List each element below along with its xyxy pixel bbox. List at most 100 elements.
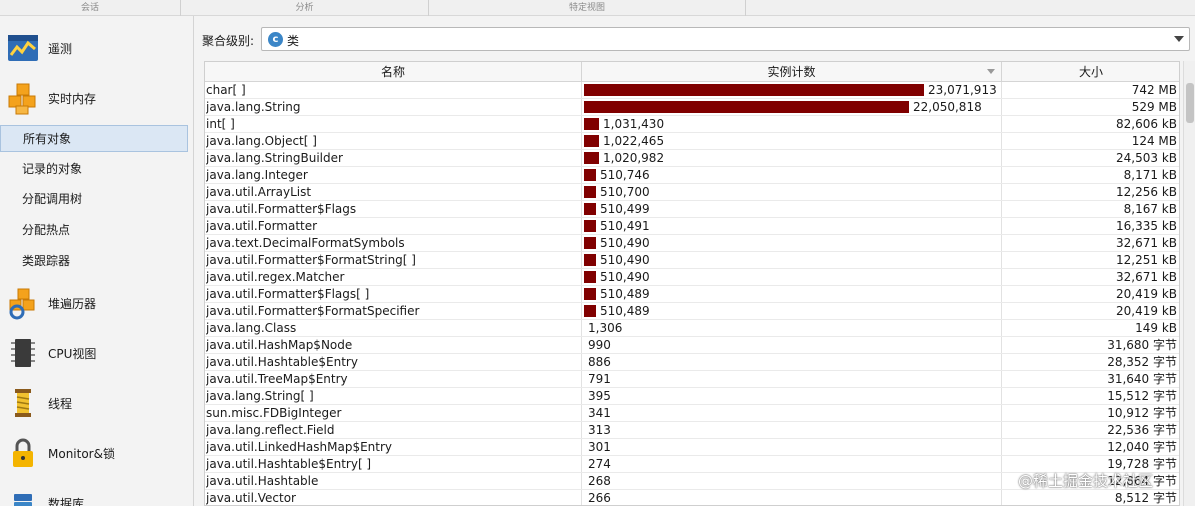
table-row[interactable]: java.lang.String 22,050,818 529 MB — [205, 99, 1179, 116]
instance-count-cell: 510,490 — [582, 252, 1000, 269]
sidebar-item-monitors-locks[interactable]: Monitor&锁 — [0, 429, 194, 477]
class-name-cell: java.util.Hashtable$Entry[ ] — [206, 457, 372, 471]
table-row[interactable]: char[ ] 23,071,913 742 MB — [205, 82, 1179, 99]
instance-count-bar — [584, 84, 924, 96]
sidebar-item-cpu-views[interactable]: CPU视图 — [0, 329, 194, 377]
instance-count-value: 886 — [588, 355, 611, 369]
class-name-cell: java.util.Formatter$FormatSpecifier — [206, 304, 420, 318]
instance-count-cell: 22,050,818 — [582, 99, 1000, 116]
sidebar-item-live-memory[interactable]: 实时内存 — [0, 74, 194, 122]
size-cell: 12,040 字节 — [1107, 440, 1177, 454]
instance-count-bar — [584, 220, 596, 232]
instance-count-value: 510,499 — [600, 202, 650, 216]
instance-count-cell: 313 — [582, 422, 1000, 439]
size-cell: 31,640 字节 — [1107, 372, 1177, 386]
class-name-cell: java.text.DecimalFormatSymbols — [206, 236, 405, 250]
column-header-instance-count[interactable]: 实例计数 — [582, 62, 1002, 82]
table-row[interactable]: java.util.regex.Matcher 510,490 32,671 kB — [205, 269, 1179, 286]
instance-count-bar — [584, 118, 599, 130]
table-row[interactable]: java.util.Formatter$FormatString[ ] 510,4… — [205, 252, 1179, 269]
column-header-name[interactable]: 名称 — [205, 62, 582, 82]
instance-count-value: 510,490 — [600, 253, 650, 267]
instance-count-value: 1,020,982 — [603, 151, 665, 165]
size-cell: 12,256 kB — [1116, 185, 1177, 199]
instance-count-value: 313 — [588, 423, 611, 437]
size-cell: 22,536 字节 — [1107, 423, 1177, 437]
table-row[interactable]: java.util.Hashtable$Entry 886 28,352 字节 — [205, 354, 1179, 371]
instance-count-bar — [584, 203, 596, 215]
table-row[interactable]: java.util.LinkedHashMap$Entry 301 12,040 字… — [205, 439, 1179, 456]
table-row[interactable]: java.util.TreeMap$Entry 791 31,640 字节 — [205, 371, 1179, 388]
table-row[interactable]: java.util.Formatter$FormatSpecifier 510,4… — [205, 303, 1179, 320]
tab-analysis[interactable]: 分析 — [181, 0, 429, 16]
table-row[interactable]: java.util.Formatter$Flags[ ] 510,489 20,41… — [205, 286, 1179, 303]
instance-count-cell: 510,490 — [582, 269, 1000, 286]
tab-session[interactable]: 会话 — [0, 0, 181, 16]
sidebar-item-allocation-call-tree[interactable]: 分配调用树 — [0, 186, 188, 213]
instance-count-cell: 395 — [582, 388, 1000, 405]
instance-count-value: 510,489 — [600, 304, 650, 318]
instance-count-value: 23,071,913 — [928, 83, 997, 97]
vertical-scrollbar[interactable] — [1183, 61, 1195, 506]
sidebar-item-allocation-hotspots[interactable]: 分配热点 — [0, 217, 188, 244]
class-name-cell: java.util.HashMap$Node — [206, 338, 353, 352]
table-row[interactable]: java.util.HashMap$Node 990 31,680 字节 — [205, 337, 1179, 354]
instance-count-cell: 274 — [582, 456, 1000, 473]
size-cell: 15,512 字节 — [1107, 389, 1177, 403]
sidebar-item-threads[interactable]: 线程 — [0, 379, 194, 427]
table-row[interactable]: java.lang.Integer 510,746 8,171 kB — [205, 167, 1179, 184]
column-header-size[interactable]: 大小 — [1002, 62, 1179, 82]
table-row[interactable]: java.util.Formatter$Flags 510,499 8,167 kB — [205, 201, 1179, 218]
class-name-cell: java.util.regex.Matcher — [206, 270, 345, 284]
top-tab-strip: 会话 分析 特定视图 — [0, 0, 1195, 16]
instance-count-value: 274 — [588, 457, 611, 471]
table-row[interactable]: java.text.DecimalFormatSymbols 510,490 32,… — [205, 235, 1179, 252]
size-cell: 12,251 kB — [1116, 253, 1177, 267]
class-name-cell: java.lang.Integer — [206, 168, 308, 182]
sidebar-item-telemetry[interactable]: 遥测 — [0, 24, 194, 72]
objects-table: 名称 实例计数 大小 char[ ] 23,071,913 742 MB java.l… — [204, 61, 1180, 506]
instance-count-value: 395 — [588, 389, 611, 403]
table-row[interactable]: java.lang.StringBuilder 1,020,982 24,503 k… — [205, 150, 1179, 167]
chevron-down-icon — [1174, 36, 1184, 42]
table-row[interactable]: sun.misc.FDBigInteger 341 10,912 字节 — [205, 405, 1179, 422]
sidebar-item-databases[interactable]: 数据库 — [0, 479, 194, 506]
table-row[interactable]: java.lang.Class 1,306 149 kB — [205, 320, 1179, 337]
sidebar-item-recorded-objects[interactable]: 记录的对象 — [0, 156, 188, 183]
sidebar-item-class-tracker[interactable]: 类跟踪器 — [0, 248, 188, 275]
aggregation-level-select[interactable]: c 类 — [261, 27, 1190, 51]
table-row[interactable]: java.lang.reflect.Field 313 22,536 字节 — [205, 422, 1179, 439]
aggregation-level-label: 聚合级别: — [202, 34, 255, 48]
size-cell: 10,912 字节 — [1107, 406, 1177, 420]
class-name-cell: java.lang.String — [206, 100, 301, 114]
table-row[interactable]: java.lang.Object[ ] 1,022,465 124 MB — [205, 133, 1179, 150]
scrollbar-thumb[interactable] — [1186, 83, 1194, 123]
instance-count-bar — [584, 135, 599, 147]
instance-count-bar — [584, 152, 599, 164]
size-cell: 24,503 kB — [1116, 151, 1177, 165]
instance-count-value: 510,489 — [600, 287, 650, 301]
tab-specific-views[interactable]: 特定视图 — [429, 0, 746, 16]
sidebar-item-heap-walker[interactable]: 堆遍历器 — [0, 279, 194, 327]
table-row[interactable]: java.util.Formatter 510,491 16,335 kB — [205, 218, 1179, 235]
table-row[interactable]: int[ ] 1,031,430 82,606 kB — [205, 116, 1179, 133]
instance-count-cell: 23,071,913 — [582, 82, 1000, 99]
class-name-cell: int[ ] — [206, 117, 235, 131]
sort-descending-icon — [987, 69, 995, 74]
instance-count-bar — [584, 254, 596, 266]
cpu-icon — [11, 339, 35, 367]
instance-count-value: 510,700 — [600, 185, 650, 199]
sidebar-item-all-objects[interactable]: 所有对象 — [0, 125, 188, 152]
sidebar-item-label: CPU视图 — [48, 346, 97, 361]
class-name-cell: java.util.Formatter$Flags — [206, 202, 357, 216]
table-header: 名称 实例计数 大小 — [205, 62, 1179, 82]
instance-count-bar — [584, 237, 596, 249]
table-row[interactable]: java.util.Vector 266 8,512 字节 — [205, 490, 1179, 505]
class-name-cell: java.lang.Class — [206, 321, 297, 335]
sidebar-item-label: 堆遍历器 — [48, 296, 97, 311]
table-row[interactable]: java.util.ArrayList 510,700 12,256 kB — [205, 184, 1179, 201]
size-cell: 28,352 字节 — [1107, 355, 1177, 369]
table-row[interactable]: java.lang.String[ ] 395 15,512 字节 — [205, 388, 1179, 405]
size-cell: 32,671 kB — [1116, 270, 1177, 284]
size-cell: 31,680 字节 — [1107, 338, 1177, 352]
